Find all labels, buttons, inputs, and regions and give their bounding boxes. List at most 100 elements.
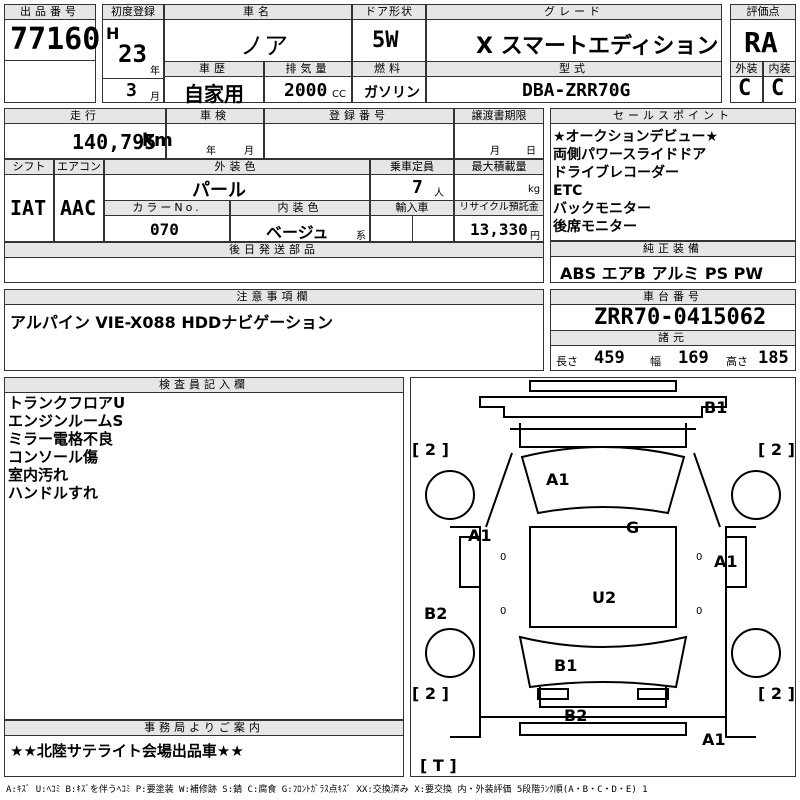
height-value: 185: [758, 348, 789, 368]
color: パール: [192, 180, 246, 201]
car-name: ノア: [240, 32, 288, 60]
sales-points-label: セールスポイント: [550, 108, 796, 124]
width-label: 幅: [650, 355, 661, 368]
sales-points-list: ★オークションデビュー★ 両側パワースライドドア ドライブレコーダー ETC バ…: [553, 128, 718, 236]
tread-zero: 0: [500, 552, 507, 563]
tire-rl-label: [ 2 ]: [412, 684, 449, 703]
rear-bumper: [479, 707, 727, 718]
history: 自家用: [184, 82, 244, 106]
history-label: 車歴: [164, 61, 264, 77]
tire-fl: [425, 470, 475, 520]
rear-lamp-right: [637, 688, 669, 700]
grade: X スマートエディション: [476, 34, 719, 59]
transfer-label: 譲渡書期限: [454, 108, 544, 124]
sales-point: ETC: [553, 183, 583, 199]
aircon: AAC: [60, 196, 97, 220]
import-label: 輸入車: [370, 200, 454, 216]
legend: A:ｷｽﾞ U:ﾍｺﾐ B:ｷｽﾞを伴うﾍｺﾐ P:要塗装 W:補修跡 S:錆 …: [6, 785, 648, 795]
mark-u2: U2: [592, 588, 617, 607]
first-reg-year: 23: [118, 40, 147, 68]
interior-color-suffix: 系: [356, 231, 366, 242]
rear-window: [518, 635, 688, 689]
lot-blank: [4, 60, 96, 103]
tread-zero: 0: [696, 606, 703, 617]
inspection-label: 車検: [166, 108, 264, 124]
tread-zero: 0: [500, 606, 507, 617]
first-reg-month-unit: 月: [150, 92, 160, 103]
specs-label: 諸元: [550, 330, 796, 346]
rear-step: [519, 722, 687, 736]
tire-spare-label: [ T ]: [420, 756, 457, 775]
tire-rr: [731, 628, 781, 678]
office-label: 事務局よりご案内: [4, 720, 404, 736]
mileage-label: 走行: [4, 108, 166, 124]
interior-color-label: 内装色: [230, 200, 370, 216]
sales-point: バックモニター: [553, 201, 651, 217]
aircon-label: エアコン: [54, 159, 104, 175]
mark-b2-left: B2: [424, 604, 448, 623]
grade-label: グレード: [426, 4, 722, 20]
inspector-line: エンジンルームS: [8, 412, 124, 430]
tire-rr-label: [ 2 ]: [758, 684, 795, 703]
notes-label: 注意事項欄: [4, 289, 544, 305]
score-label: 評価点: [730, 4, 796, 20]
office-notice: ★★北陸サテライト会場出品車★★: [10, 742, 244, 760]
displacement-unit: CC: [332, 89, 346, 100]
tire-rl: [425, 628, 475, 678]
rear-plate: [529, 380, 677, 392]
displacement-label: 排気量: [264, 61, 352, 77]
displacement: 2000: [284, 80, 328, 101]
later-parts-box: [4, 257, 544, 283]
lot-label: 出品番号: [4, 4, 96, 20]
equipment: ABS エアB アルミ PS PW: [560, 264, 764, 283]
chassis-label: 車台番号: [550, 289, 796, 305]
mark-a1-left: A1: [468, 526, 492, 545]
score: RA: [744, 26, 778, 59]
mark-a1-hood: A1: [546, 470, 570, 489]
pillars: [485, 452, 721, 528]
first-reg-month: 3: [126, 80, 137, 101]
length-value: 459: [594, 348, 625, 368]
color-no: 070: [150, 220, 179, 239]
inspection-month-unit: 月: [244, 146, 254, 157]
mark-b1-rear: B1: [554, 656, 578, 675]
width-value: 169: [678, 348, 709, 368]
roof: [529, 526, 677, 628]
notes: アルパイン VIE-X088 HDDナビゲーション: [10, 313, 333, 332]
color-no-label: カラーNo.: [104, 200, 230, 216]
mark-b2-rear: B2: [564, 706, 588, 725]
exterior-label: 外装: [730, 61, 763, 77]
inspector-label: 検査員記入欄: [4, 377, 404, 393]
front-bumper: [479, 396, 727, 418]
exterior-grade: C: [738, 76, 752, 101]
tire-fr: [731, 470, 781, 520]
inspector-notes: トランクフロアU エンジンルームS ミラー電格不良 コンソール傷 室内汚れ ハン…: [8, 394, 125, 502]
capacity-label: 乗車定員: [370, 159, 454, 175]
later-parts-label: 後日発送部品: [4, 242, 544, 258]
transfer-month-unit: 月: [490, 146, 500, 157]
inspector-line: コンソール傷: [8, 448, 99, 466]
lot-number: 77160: [10, 22, 101, 57]
equipment-label: 純正装備: [550, 241, 796, 257]
tire-fr-label: [ 2 ]: [758, 440, 795, 459]
rear-lamp-left: [537, 688, 569, 700]
first-reg-label: 初度登録: [102, 4, 164, 20]
door-type: 5W: [372, 28, 399, 53]
hood-top: [519, 423, 687, 448]
interior-label: 内装: [763, 61, 796, 77]
door-label: ドア形状: [352, 4, 426, 20]
first-reg-year-unit: 年: [150, 66, 160, 77]
left-body: [450, 526, 481, 738]
fuel: ガソリン: [364, 85, 420, 101]
reg-no-label: 登録番号: [264, 108, 454, 124]
tire-fl-label: [ 2 ]: [412, 440, 449, 459]
inspector-line: トランクフロアU: [8, 394, 126, 412]
car-diagram: [425, 380, 781, 738]
inspector-line: ミラー電格不良: [8, 430, 114, 448]
mark-a1-right: A1: [714, 552, 738, 571]
interior-color: ベージュ: [266, 223, 329, 242]
recycle-label: リサイクル預託金: [454, 200, 544, 216]
fuel-label: 燃料: [352, 61, 426, 77]
transfer-day-unit: 日: [526, 146, 536, 157]
chassis-number: ZRR70-0415062: [594, 305, 767, 330]
